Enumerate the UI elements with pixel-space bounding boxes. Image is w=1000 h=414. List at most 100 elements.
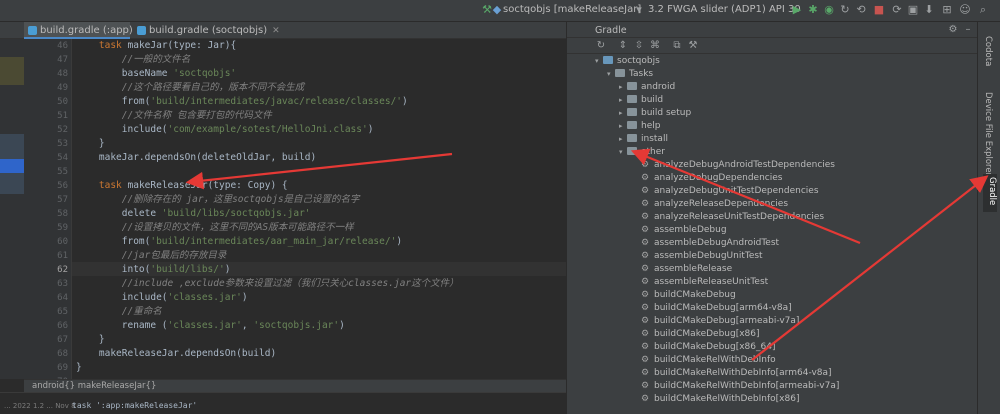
execute-task-icon[interactable]: ⌘ xyxy=(649,40,661,52)
project-panel-stub[interactable] xyxy=(0,57,24,85)
gear-icon: ⚙ xyxy=(641,290,650,300)
stop-icon[interactable]: ■ xyxy=(872,3,886,17)
chevron-down-icon[interactable]: ▾ xyxy=(619,146,627,158)
gradle-tree-folder[interactable]: ▾ soctqobjs xyxy=(595,55,660,67)
gradle-task-item[interactable]: ⚙ analyzeDebugUnitTestDependencies xyxy=(641,185,819,197)
gradle-task-item[interactable]: ⚙ buildCMakeDebug[arm64-v8a] xyxy=(641,302,792,314)
chevron-down-icon[interactable]: ▾ xyxy=(595,55,603,67)
folder-icon xyxy=(627,108,637,116)
gradle-tree-folder[interactable]: ▸ build xyxy=(619,94,663,106)
gradle-task-item[interactable]: ⚙ buildCMakeDebug[x86] xyxy=(641,328,760,340)
code-token: 'soctqobjs' xyxy=(173,68,237,79)
code-token: 'build/libs/' xyxy=(150,264,225,275)
code-token: //include ,exclude参数来设置过滤（我们只关心classes.j… xyxy=(121,278,459,289)
expand-all-icon[interactable]: ⇕ xyxy=(617,40,629,52)
wrench-icon[interactable]: ⚒ xyxy=(687,40,699,52)
tree-item-label: buildCMakeRelWithDebInfo[x86] xyxy=(654,394,800,404)
debug-icon[interactable]: ✱ xyxy=(806,3,820,17)
code-token: makeJar.dependsOn(deleteOldJar, build) xyxy=(76,152,317,163)
gradle-title: Gradle xyxy=(595,25,627,36)
line-number: 59 xyxy=(57,223,68,233)
refresh-icon[interactable]: ↻ xyxy=(595,40,607,52)
gradle-task-item[interactable]: ⚙ assembleDebug xyxy=(641,224,727,236)
sdk-manager-icon[interactable]: ⬇ xyxy=(922,3,936,17)
attach-debugger-icon[interactable]: ↻ xyxy=(838,3,852,17)
gradle-tree-folder[interactable]: ▸ android xyxy=(619,81,675,93)
profile-icon[interactable]: ◉ xyxy=(822,3,836,17)
tree-item-label: assembleDebugUnitTest xyxy=(654,251,763,261)
collapse-all-icon[interactable]: ⇳ xyxy=(633,40,645,52)
code-token: makeReleaseJar(type: Copy) { xyxy=(127,180,288,191)
tree-item-label: install xyxy=(641,134,668,144)
tab-build-gradle-app[interactable]: build.gradle (:app)✕ xyxy=(24,22,145,39)
search-icon[interactable]: ⌕ xyxy=(976,3,990,17)
run-icon[interactable]: ▶ xyxy=(790,3,804,17)
gradle-task-item[interactable]: ⚙ assembleDebugUnitTest xyxy=(641,250,763,262)
toggle-offline-icon[interactable]: ⧉ xyxy=(671,40,683,52)
gear-icon[interactable]: ⚙ xyxy=(947,24,959,36)
selection-marker xyxy=(0,159,24,173)
chevron-down-icon[interactable]: ▾ xyxy=(632,3,646,17)
chevron-right-icon[interactable]: ▸ xyxy=(619,133,627,145)
apply-changes-icon[interactable]: ⟲ xyxy=(854,3,868,17)
gear-icon: ⚙ xyxy=(641,186,650,196)
gradle-task-item[interactable]: ⚙ analyzeReleaseUnitTestDependencies xyxy=(641,211,824,223)
code-token: //文件名称 包含要打包的代码文件 xyxy=(121,110,272,121)
device-select[interactable]: 3.2 FWGA slider (ADP1) API 30 xyxy=(648,4,801,15)
code-token: task xyxy=(98,40,128,51)
code-token: } xyxy=(76,334,105,345)
gear-icon: ⚙ xyxy=(641,381,650,391)
sync-icon[interactable]: ⟳ xyxy=(890,3,904,17)
minimize-icon[interactable]: – xyxy=(962,24,974,36)
gradle-task-item[interactable]: ⚙ buildCMakeDebug[armeabi-v7a] xyxy=(641,315,799,327)
gradle-task-item[interactable]: ⚙ buildCMakeDebug[x86_64] xyxy=(641,341,775,353)
tree-item-label: analyzeDebugUnitTestDependencies xyxy=(654,186,819,196)
gradle-task-item[interactable]: ⚙ assembleReleaseUnitTest xyxy=(641,276,768,288)
chevron-right-icon[interactable]: ▸ xyxy=(619,107,627,119)
gradle-task-item[interactable]: ⚙ assembleRelease xyxy=(641,263,732,275)
tool-tab-codota[interactable]: Codota xyxy=(983,36,993,66)
tab-build-gradle-project[interactable]: build.gradle (soctqobjs) ✕ xyxy=(133,22,280,39)
gradle-task-item[interactable]: ⚙ analyzeDebugAndroidTestDependencies xyxy=(641,159,835,171)
gradle-tree-folder[interactable]: ▾ Tasks xyxy=(607,68,653,80)
gradle-task-item[interactable]: ⚙ buildCMakeRelWithDebInfo[armeabi-v7a] xyxy=(641,380,839,392)
gradle-tree-folder[interactable]: ▸ build setup xyxy=(619,107,691,119)
gradle-task-item[interactable]: ⚙ buildCMakeRelWithDebInfo[x86] xyxy=(641,393,799,405)
gradle-task-item[interactable]: ⚙ assembleDebugAndroidTest xyxy=(641,237,779,249)
gradle-tree-folder[interactable]: ▸ install xyxy=(619,133,668,145)
right-tool-strip: Codota Device File Explorer Gradle xyxy=(977,22,1000,414)
chevron-right-icon[interactable]: ▸ xyxy=(619,120,627,132)
gradle-tree-folder[interactable]: ▸ help xyxy=(619,120,660,132)
tool-tab-gradle[interactable]: Gradle xyxy=(983,174,997,212)
gradle-task-item[interactable]: ⚙ buildCMakeRelWithDebInfo[arm64-v8a] xyxy=(641,367,832,379)
avd-manager-icon[interactable]: ▣ xyxy=(906,3,920,17)
gradle-task-item[interactable]: ⚙ analyzeDebugDependencies xyxy=(641,172,782,184)
gradle-task-item[interactable]: ⚙ analyzeReleaseDependencies xyxy=(641,198,788,210)
line-number: 54 xyxy=(57,153,68,163)
folder-icon xyxy=(615,69,625,77)
run-configuration-select[interactable]: soctqobjs [makeReleaseJar] xyxy=(503,4,641,15)
line-number: 67 xyxy=(57,335,68,345)
chevron-right-icon[interactable]: ▸ xyxy=(619,94,627,106)
build-timestamp: ... 2022 1.2 ... Nov 8 xyxy=(4,402,76,410)
tree-item-label: build xyxy=(641,95,664,105)
close-icon[interactable]: ✕ xyxy=(272,26,280,36)
chevron-down-icon[interactable]: ▾ xyxy=(607,68,615,80)
line-number: 56 xyxy=(57,181,68,191)
chevron-right-icon[interactable]: ▸ xyxy=(619,81,627,93)
tree-item-label: buildCMakeRelWithDebInfo[armeabi-v7a] xyxy=(654,381,840,391)
gradle-task-item[interactable]: ⚙ buildCMakeRelWithDebInfo xyxy=(641,354,776,366)
tree-item-label: analyzeReleaseUnitTestDependencies xyxy=(654,212,825,222)
tool-tab-device-file-explorer[interactable]: Device File Explorer xyxy=(983,92,993,176)
code-token: 'build/intermediates/aar_main_jar/releas… xyxy=(150,236,397,247)
layout-inspector-icon[interactable]: ⊞ xyxy=(940,3,954,17)
breadcrumb[interactable]: android{} makeReleaseJar{} xyxy=(24,379,566,392)
gradle-task-item[interactable]: ⚙ buildCMakeDebug xyxy=(641,289,736,301)
gradle-tree-folder[interactable]: ▾ other xyxy=(619,146,665,158)
account-icon[interactable]: ☺ xyxy=(958,3,972,17)
code-token: 'build/intermediates/javac/release/class… xyxy=(150,96,403,107)
tree-item-label: soctqobjs xyxy=(617,56,660,66)
